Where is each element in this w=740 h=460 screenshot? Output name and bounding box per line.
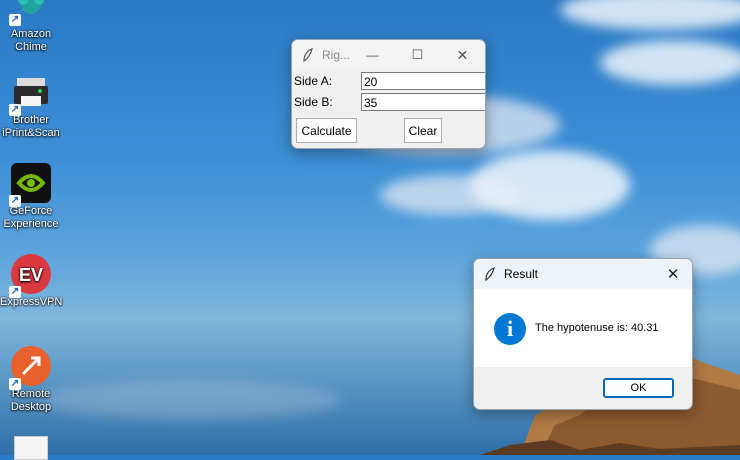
desktop-icon-label: Remote Desktop (10, 388, 52, 413)
close-button[interactable]: ✕ (654, 259, 692, 289)
ok-button[interactable]: OK (603, 378, 674, 398)
document-icon[interactable] (14, 436, 48, 460)
side-a-input[interactable]: 20 (361, 72, 485, 90)
desktop-icon-remote-desktop[interactable]: ↗ Remote Desktop (0, 346, 62, 414)
desktop-icon-expressvpn[interactable]: EV ↗ ExpressVPN (0, 254, 62, 309)
calculator-titlebar[interactable]: Rig... — ☐ ✕ (292, 40, 485, 70)
info-icon: i (494, 313, 526, 345)
minimize-button[interactable]: — (350, 40, 395, 70)
result-titlebar[interactable]: Result ✕ (474, 259, 692, 289)
remote-desktop-icon: ↗ (9, 346, 51, 390)
amazon-chime-icon: ↗ (9, 0, 51, 36)
dialog-title: Result (504, 267, 539, 281)
nvidia-icon: ↗ (9, 163, 51, 207)
feather-icon (303, 48, 313, 62)
printer-icon: ↗ (9, 72, 51, 116)
side-a-label: Side A: (294, 74, 333, 88)
calculate-button[interactable]: Calculate (296, 118, 357, 143)
calculator-window: Rig... — ☐ ✕ Side A: 20 Side B: 35 Calcu… (291, 39, 486, 149)
feather-icon (485, 267, 495, 281)
desktop-icon-amazon-chime[interactable]: ↗ Amazon Chime (0, 0, 62, 54)
maximize-button[interactable]: ☐ (395, 40, 440, 70)
side-b-label: Side B: (294, 95, 333, 109)
side-b-input[interactable]: 35 (361, 93, 485, 111)
dialog-body: i The hypotenuse is: 40.31 (474, 289, 692, 367)
desktop-icon-brother-iprint-scan[interactable]: ↗ Brother iPrint&Scan (0, 72, 62, 140)
expressvpn-icon: EV ↗ (9, 254, 51, 298)
window-title: Rig... (322, 48, 351, 62)
svg-text:EV: EV (19, 265, 43, 285)
desktop-icon-label: GeForce Experience (3, 205, 59, 230)
result-dialog: Result ✕ i The hypotenuse is: 40.31 OK (473, 258, 693, 410)
result-message: The hypotenuse is: 40.31 (535, 322, 659, 334)
desktop-icon-label: Brother iPrint&Scan (2, 114, 60, 139)
clear-button[interactable]: Clear (404, 118, 442, 143)
desktop-icon-label: ExpressVPN (0, 296, 63, 308)
close-button[interactable]: ✕ (440, 40, 485, 70)
desktop-icon-geforce-experience[interactable]: ↗ GeForce Experience (0, 163, 62, 231)
